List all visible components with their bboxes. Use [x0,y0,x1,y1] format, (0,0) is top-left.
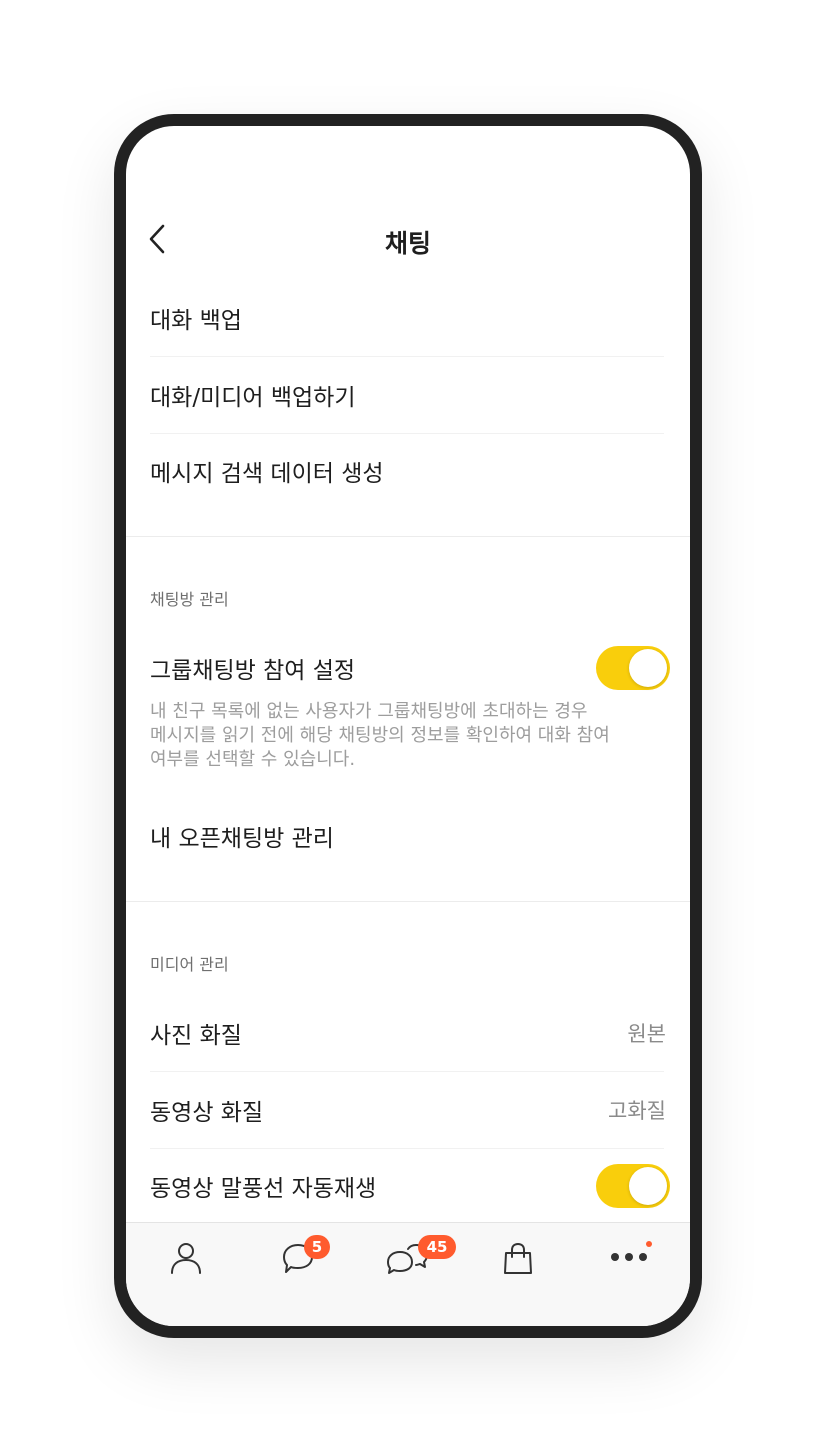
row-label: 동영상 화질 [150,1100,264,1126]
row-group-chat-setting[interactable]: 그룹채팅방 참여 설정 [150,630,666,706]
row-label: 동영상 말풍선 자동재생 [150,1176,377,1202]
phone-frame: 채팅 대화 백업 대화/미디어 백업하기 메시지 검색 데이터 생성 채팅방 관… [114,114,702,1338]
bottom-tab-bar: 5 45 [126,1222,690,1326]
header: 채팅 [126,214,690,264]
section-title-media: 미디어 관리 [150,955,229,974]
tab-friends[interactable] [130,1223,242,1295]
section-divider [126,901,690,902]
description-line: 메시지를 읽기 전에 해당 채팅방의 정보를 확인하여 대화 참여 [150,725,610,746]
shopping-bag-icon [504,1242,532,1274]
toggle-knob [629,649,667,687]
row-open-chat-manage[interactable]: 내 오픈채팅방 관리 [150,798,666,874]
more-icon [611,1253,647,1261]
tab-open-chat[interactable]: 45 [352,1223,464,1295]
tab-chats[interactable]: 5 [242,1223,354,1295]
section-title-chatroom: 채팅방 관리 [150,590,229,609]
row-video-quality[interactable]: 동영상 화질 고화질 [150,1072,666,1148]
row-label: 메시지 검색 데이터 생성 [150,461,384,487]
row-value: 고화질 [608,1099,666,1123]
more-notification-dot [646,1241,652,1247]
row-chat-backup[interactable]: 대화 백업 [150,280,666,356]
toggle-knob [629,1167,667,1205]
row-chat-media-backup[interactable]: 대화/미디어 백업하기 [150,357,666,433]
video-autoplay-toggle[interactable] [596,1164,670,1208]
section-divider [126,536,690,537]
row-label: 그룹채팅방 참여 설정 [150,658,356,684]
row-search-data[interactable]: 메시지 검색 데이터 생성 [150,433,666,509]
row-label: 대화/미디어 백업하기 [150,385,356,411]
open-chat-badge: 45 [418,1235,456,1259]
chat-badge: 5 [304,1235,330,1259]
description-line: 내 친구 목록에 없는 사용자가 그룹채팅방에 초대하는 경우 [150,701,588,722]
row-photo-quality[interactable]: 사진 화질 원본 [150,995,666,1071]
row-label: 대화 백업 [150,308,242,334]
row-label: 내 오픈채팅방 관리 [150,826,334,852]
group-chat-description: 내 친구 목록에 없는 사용자가 그룹채팅방에 초대하는 경우 메시지를 읽기 … [150,700,650,772]
group-chat-toggle[interactable] [596,646,670,690]
description-line: 여부를 선택할 수 있습니다. [150,749,356,770]
tab-shopping[interactable] [462,1223,574,1295]
row-label: 사진 화질 [150,1023,242,1049]
tab-more[interactable] [574,1223,686,1295]
page-title: 채팅 [384,229,431,258]
person-icon [171,1243,201,1274]
row-value: 원본 [627,1022,666,1046]
row-video-autoplay[interactable]: 동영상 말풍선 자동재생 [150,1148,666,1224]
screen: 채팅 대화 백업 대화/미디어 백업하기 메시지 검색 데이터 생성 채팅방 관… [126,126,690,1326]
